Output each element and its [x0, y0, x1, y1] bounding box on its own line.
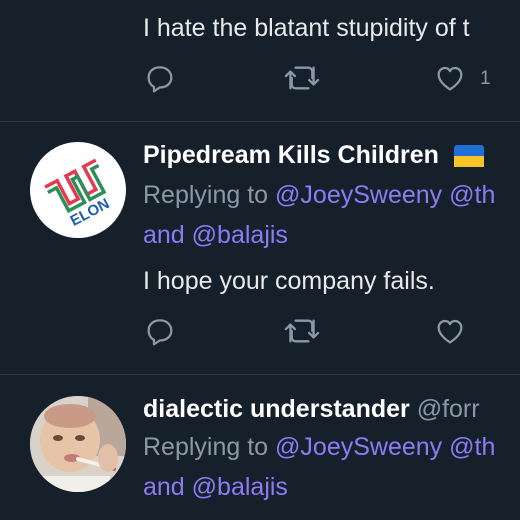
replying-to-line-2: and @balajis	[143, 473, 288, 502]
author-handle: @forr	[416, 395, 480, 423]
author-name[interactable]: Pipedream Kills Children	[143, 141, 484, 170]
mention-link[interactable]: @balajis	[192, 221, 288, 249]
like-count: 1	[480, 68, 491, 89]
mention-link[interactable]: @JoeySweeny	[275, 181, 442, 209]
divider	[0, 374, 520, 375]
and-label: and	[143, 221, 185, 249]
replying-prefix: Replying to	[143, 433, 269, 461]
replying-to-line: Replying to @JoeySweeny @th	[143, 433, 495, 462]
replying-to-line: Replying to @JoeySweeny @th	[143, 181, 495, 210]
reply-icon	[147, 66, 173, 93]
mention-link[interactable]: @th	[449, 181, 495, 209]
mention-link[interactable]: @balajis	[192, 473, 288, 501]
like-icon	[437, 66, 463, 91]
replying-prefix: Replying to	[143, 181, 269, 209]
like-button[interactable]	[434, 315, 466, 352]
author-name: dialectic understander	[143, 395, 410, 423]
retweet-icon	[284, 66, 320, 90]
retweet-button[interactable]	[284, 62, 320, 99]
baby-photo-avatar	[30, 396, 126, 492]
tweet-text: I hate the blatant stupidity of t	[143, 14, 470, 42]
author-line[interactable]: dialectic understander @forr	[143, 395, 480, 424]
reply-button[interactable]	[144, 315, 176, 352]
ukraine-flag-icon	[453, 145, 484, 168]
divider	[0, 121, 520, 122]
like-button[interactable]	[434, 62, 466, 99]
reply-icon	[147, 319, 173, 346]
and-label: and	[143, 473, 185, 501]
reply-button[interactable]	[144, 62, 176, 99]
like-icon	[437, 319, 463, 344]
retweet-icon	[284, 319, 320, 343]
elon-logo-icon: ELON	[44, 158, 112, 230]
avatar[interactable]	[30, 396, 126, 492]
retweet-button[interactable]	[284, 315, 320, 352]
mention-link[interactable]: @th	[449, 433, 495, 461]
replying-to-line-2: and @balajis	[143, 221, 288, 250]
mention-link[interactable]: @JoeySweeny	[275, 433, 442, 461]
avatar[interactable]: ELON	[30, 142, 126, 238]
tweet-text: I hope your company fails.	[143, 267, 435, 295]
